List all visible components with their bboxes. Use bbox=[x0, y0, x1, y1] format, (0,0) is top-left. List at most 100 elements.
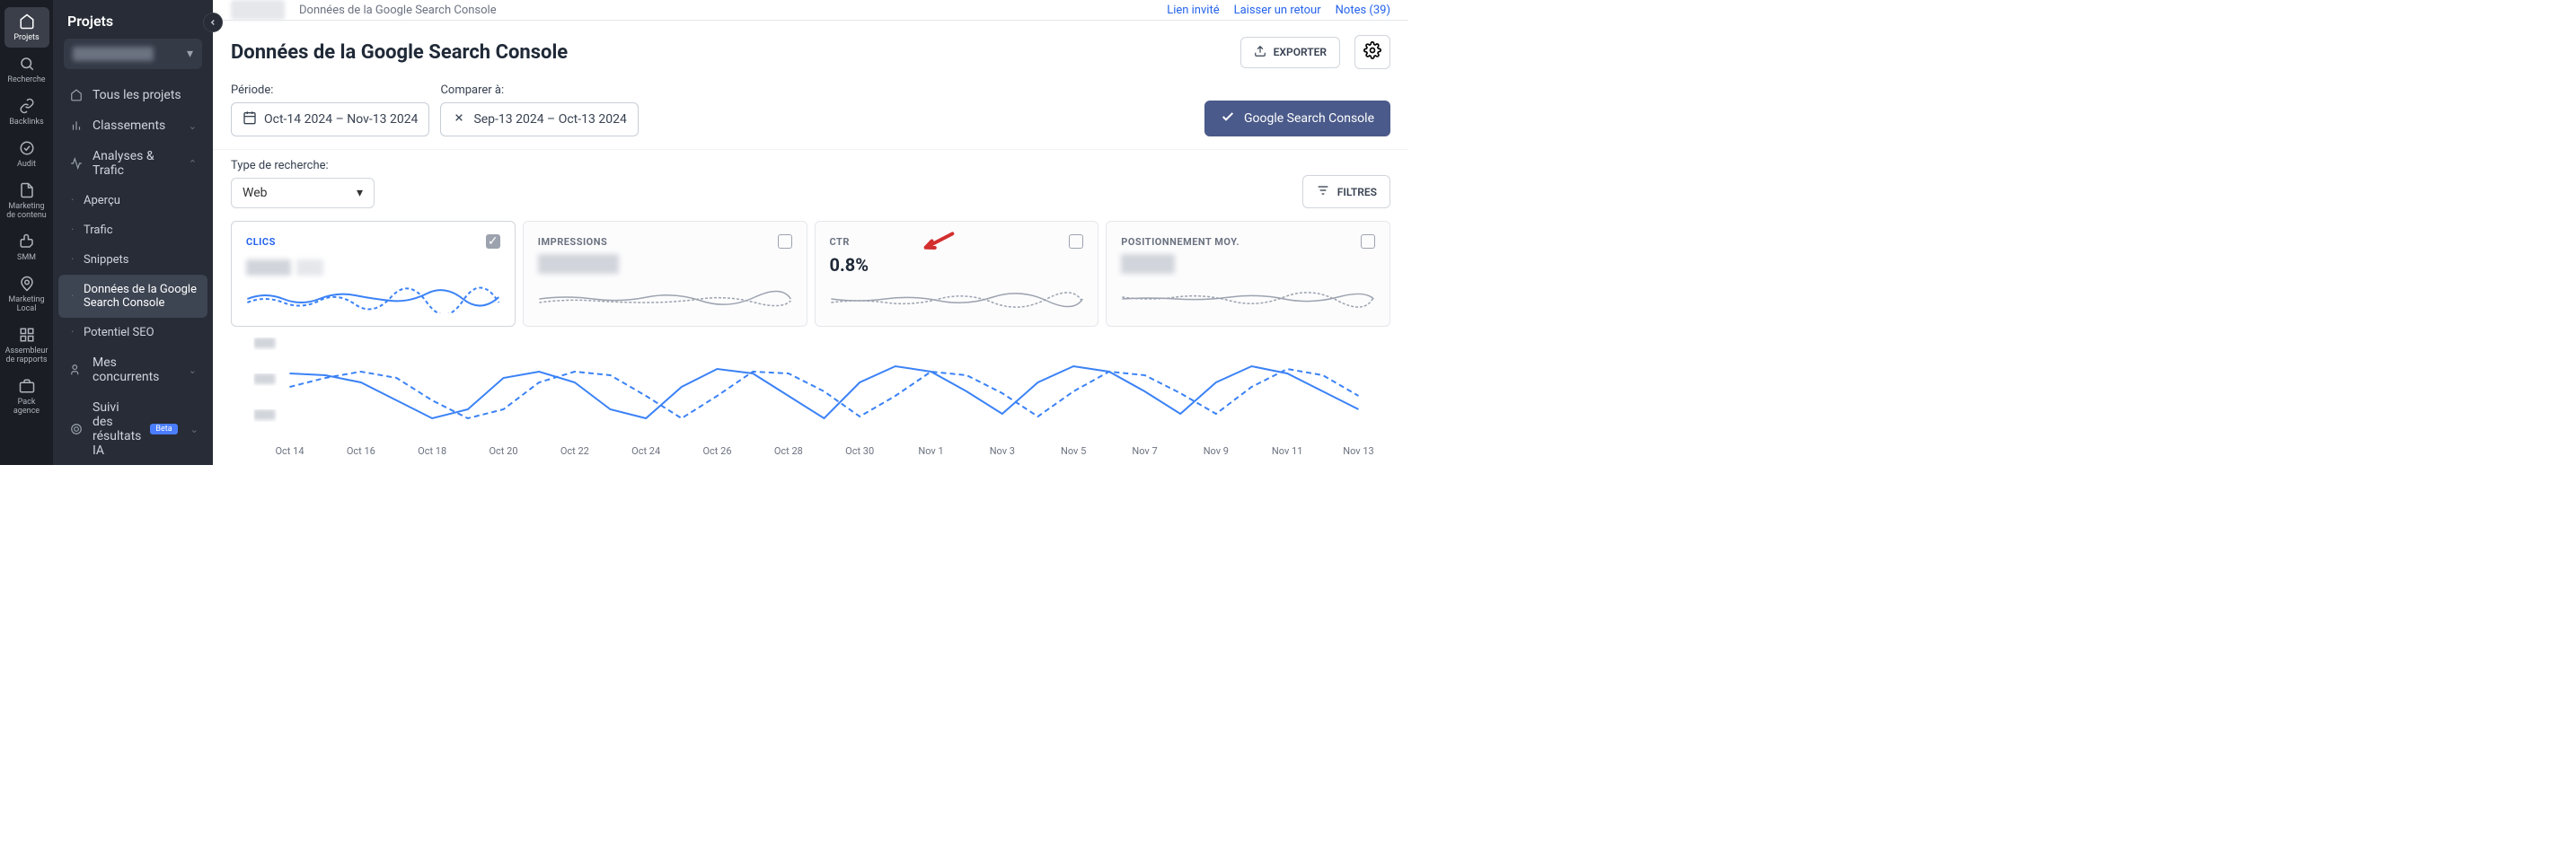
rail-item-rapports[interactable]: Assembleur de rapports bbox=[4, 320, 49, 370]
title-row: Données de la Google Search Console EXPO… bbox=[213, 21, 1408, 83]
bars-icon bbox=[69, 118, 84, 133]
search-icon bbox=[18, 55, 36, 73]
project-name-blurred bbox=[73, 47, 154, 61]
nav-classements[interactable]: Classements ⌄ bbox=[58, 110, 207, 141]
check-circle-icon bbox=[18, 139, 36, 157]
compare-icon bbox=[452, 110, 466, 128]
svg-text:Oct 14: Oct 14 bbox=[275, 445, 304, 457]
thumb-icon bbox=[18, 232, 36, 250]
settings-button[interactable] bbox=[1354, 35, 1390, 69]
sidebar-title: Projets bbox=[53, 0, 213, 39]
nav-tous-projets[interactable]: Tous les projets bbox=[58, 80, 207, 110]
value-blurred bbox=[296, 259, 323, 276]
gear-icon bbox=[1363, 41, 1381, 63]
metric-card-clics[interactable]: CLICS ✓ bbox=[231, 221, 516, 327]
sidebar: Projets ▾ Tous les projets Classements ⌄… bbox=[53, 0, 213, 465]
chevron-down-icon: ▾ bbox=[357, 186, 363, 200]
topbar: Données de la Google Search Console Lien… bbox=[213, 0, 1408, 21]
period-label: Période: bbox=[231, 83, 429, 97]
chevron-down-icon: ⌄ bbox=[189, 120, 197, 132]
svg-text:Nov 3: Nov 3 bbox=[990, 445, 1015, 457]
briefcase-icon bbox=[18, 377, 36, 395]
grid-icon bbox=[18, 326, 36, 344]
calendar-icon bbox=[243, 110, 257, 128]
metric-cards-row: CLICS ✓ IMPRESSIONS bbox=[213, 221, 1408, 327]
nav-gsc-data[interactable]: Données de la Google Search Console bbox=[58, 275, 207, 318]
link-icon bbox=[18, 97, 36, 115]
sparkline-ctr bbox=[830, 285, 1084, 313]
value-blurred bbox=[1121, 254, 1175, 274]
collapse-sidebar-button[interactable] bbox=[203, 13, 223, 32]
main-chart: Oct 14Oct 16Oct 18Oct 20Oct 22Oct 24Oct … bbox=[231, 338, 1390, 465]
chevron-up-icon: ⌃ bbox=[189, 158, 197, 170]
svg-text:Oct 24: Oct 24 bbox=[631, 445, 660, 457]
pulse-icon bbox=[69, 156, 84, 171]
metric-card-impressions[interactable]: IMPRESSIONS bbox=[523, 221, 807, 327]
svg-text:Oct 28: Oct 28 bbox=[774, 445, 803, 457]
check-icon bbox=[1221, 110, 1235, 127]
svg-text:Nov 5: Nov 5 bbox=[1061, 445, 1086, 457]
checkbox-clics[interactable]: ✓ bbox=[486, 234, 500, 249]
rail-item-pack-agence[interactable]: Pack agence bbox=[4, 372, 49, 421]
icon-rail: Projets Recherche Backlinks Audit Market… bbox=[0, 0, 53, 465]
link-feedback[interactable]: Laisser un retour bbox=[1234, 4, 1321, 17]
nav-potentiel-seo[interactable]: Potentiel SEO bbox=[58, 318, 207, 347]
sparkline-position bbox=[1121, 283, 1375, 311]
svg-text:Nov 11: Nov 11 bbox=[1272, 445, 1302, 457]
upload-icon bbox=[1254, 45, 1266, 60]
svg-text:Oct 20: Oct 20 bbox=[489, 445, 517, 457]
controls-row: Période: Oct-14 2024 – Nov-13 2024 Compa… bbox=[213, 83, 1408, 149]
period-picker[interactable]: Oct-14 2024 – Nov-13 2024 bbox=[231, 102, 429, 136]
breadcrumb: Données de la Google Search Console bbox=[299, 4, 497, 17]
export-button[interactable]: EXPORTER bbox=[1240, 37, 1340, 68]
target-icon bbox=[69, 422, 84, 436]
nav-apercu[interactable]: Aperçu bbox=[58, 186, 207, 215]
search-type-select[interactable]: Web ▾ bbox=[231, 178, 375, 208]
nav-concurrents[interactable]: Mes concurrents ⌄ bbox=[58, 347, 207, 392]
chevron-down-icon: ⌄ bbox=[189, 364, 197, 376]
gsc-connected-button[interactable]: Google Search Console bbox=[1204, 101, 1390, 136]
type-row: Type de recherche: Web ▾ FILTRES bbox=[213, 149, 1408, 221]
sidebar-nav: Tous les projets Classements ⌄ Analyses … bbox=[53, 80, 213, 465]
nav-snippets[interactable]: Snippets bbox=[58, 245, 207, 275]
rail-item-backlinks[interactable]: Backlinks bbox=[4, 92, 49, 132]
rail-item-smm[interactable]: SMM bbox=[4, 227, 49, 268]
project-selector[interactable]: ▾ bbox=[64, 39, 202, 69]
metric-card-ctr[interactable]: CTR 0.8% bbox=[815, 221, 1099, 327]
search-type-label: Type de recherche: bbox=[231, 159, 375, 172]
users-icon bbox=[69, 363, 84, 377]
chevron-down-icon: ▾ bbox=[187, 47, 193, 61]
nav-analyses-trafic[interactable]: Analyses & Trafic ⌃ bbox=[58, 141, 207, 186]
compare-label: Comparer à: bbox=[440, 83, 638, 97]
checkbox-position[interactable] bbox=[1361, 234, 1375, 249]
value-blurred bbox=[538, 254, 619, 274]
nav-trafic[interactable]: Trafic bbox=[58, 215, 207, 245]
sparkline-clics bbox=[246, 285, 500, 313]
link-invite[interactable]: Lien invité bbox=[1167, 4, 1219, 17]
nav-suivi-ia[interactable]: Suivi des résultats IA Beta ⌄ bbox=[58, 392, 207, 465]
ctr-value: 0.8% bbox=[830, 254, 1084, 276]
checkbox-ctr[interactable] bbox=[1069, 234, 1083, 249]
rail-item-recherche[interactable]: Recherche bbox=[4, 49, 49, 90]
filters-button[interactable]: FILTRES bbox=[1302, 175, 1390, 208]
rail-item-projets[interactable]: Projets bbox=[4, 7, 49, 48]
rail-item-marketing-contenu[interactable]: Marketing de contenu bbox=[4, 176, 49, 225]
value-blurred bbox=[246, 259, 291, 276]
svg-text:Nov 7: Nov 7 bbox=[1132, 445, 1157, 457]
project-name-blurred bbox=[231, 0, 285, 20]
svg-text:Oct 30: Oct 30 bbox=[845, 445, 874, 457]
doc-icon bbox=[18, 181, 36, 199]
checkbox-impressions[interactable] bbox=[778, 234, 792, 249]
svg-text:Oct 22: Oct 22 bbox=[560, 445, 589, 457]
link-notes[interactable]: Notes (39) bbox=[1336, 4, 1390, 17]
home-icon bbox=[18, 13, 36, 31]
rail-item-audit[interactable]: Audit bbox=[4, 134, 49, 174]
metric-card-position[interactable]: POSITIONNEMENT MOY. bbox=[1106, 221, 1390, 327]
rail-item-marketing-local[interactable]: Marketing Local bbox=[4, 269, 49, 319]
svg-text:Nov 9: Nov 9 bbox=[1204, 445, 1229, 457]
compare-picker[interactable]: Sep-13 2024 – Oct-13 2024 bbox=[440, 102, 638, 136]
page-title: Données de la Google Search Console bbox=[231, 41, 568, 64]
home-icon bbox=[69, 88, 84, 102]
svg-text:Oct 16: Oct 16 bbox=[347, 445, 375, 457]
sparkline-impressions bbox=[538, 283, 792, 311]
